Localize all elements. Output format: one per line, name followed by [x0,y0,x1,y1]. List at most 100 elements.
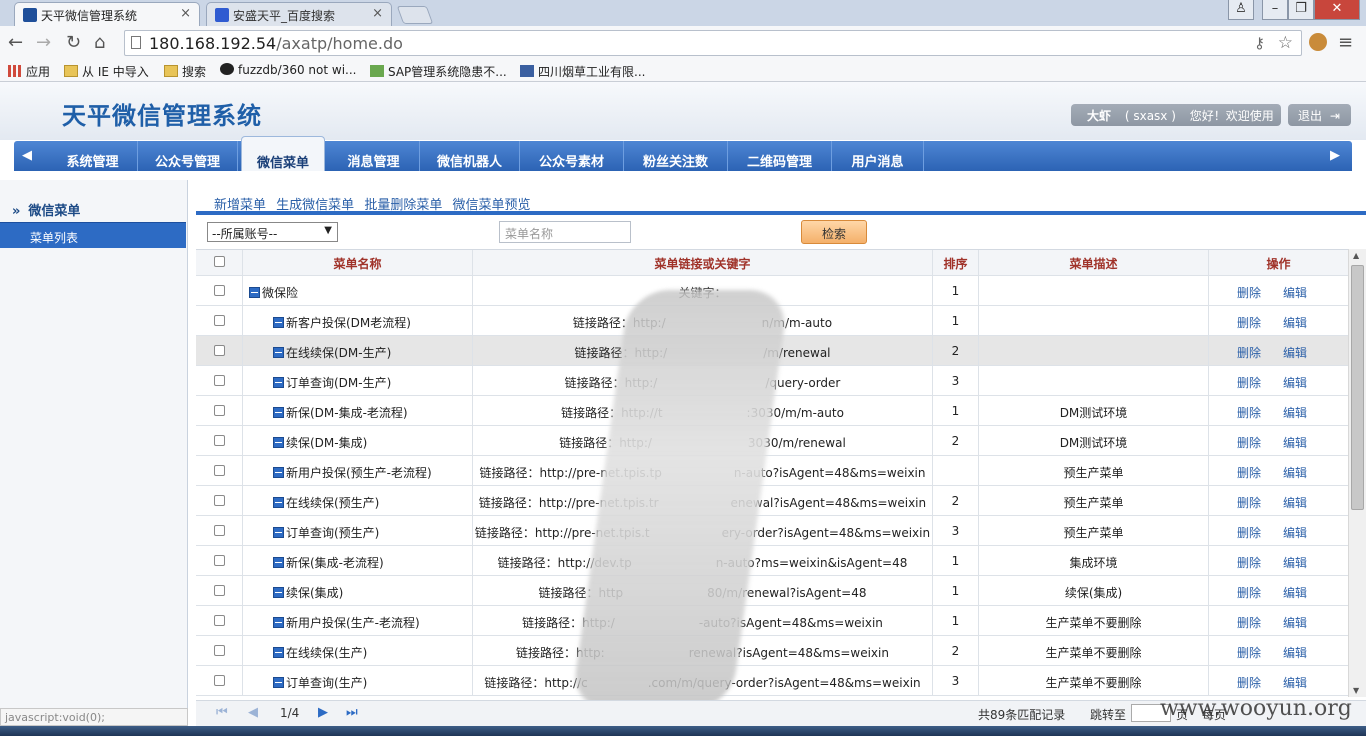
nav-right-arrow-icon[interactable]: ▶ [1330,148,1340,163]
table-row[interactable]: 订单查询(DM-生产) 链接路径：http:/ /query-order 3 删除 编辑 [196,366,1348,396]
bookmark-search[interactable]: 搜索 [164,63,206,80]
browser-tab-active[interactable]: 天平微信管理系统 × [14,2,200,26]
bookmark-fuzzdb[interactable]: fuzzdb/360 not wi... [220,63,356,77]
back-arrow-icon[interactable]: ← [8,32,23,53]
row-checkbox[interactable] [196,336,243,365]
delete-link[interactable]: 删除 [1237,616,1261,630]
table-row[interactable]: 新保(DM-集成-老流程) 链接路径：http://t :3030/m/m-aut… [196,396,1348,426]
nav-followers[interactable]: 粉丝关注数 [624,141,728,171]
sidebar-item-menu-list[interactable]: 菜单列表 [0,222,186,248]
table-row[interactable]: 新用户投保(生产-老流程) 链接路径：http:/ -auto?isAgent=4… [196,606,1348,636]
row-checkbox[interactable] [196,576,243,605]
row-checkbox[interactable] [196,306,243,335]
select-all-checkbox[interactable] [196,250,243,275]
browser-tab-baidu[interactable]: 安盛天平_百度搜索 × [206,2,392,26]
cookie-extension-icon[interactable] [1309,33,1327,51]
row-checkbox[interactable] [196,606,243,635]
edit-link[interactable]: 编辑 [1283,496,1307,510]
scroll-up-icon[interactable]: ▲ [1353,251,1359,260]
close-icon[interactable]: × [180,6,191,21]
tree-collapse-icon[interactable] [273,677,284,688]
tree-collapse-icon[interactable] [249,287,260,298]
home-icon[interactable]: ⌂ [94,32,105,53]
menu-icon[interactable]: ≡ [1338,32,1353,53]
tree-collapse-icon[interactable] [273,497,284,508]
nav-qrcode[interactable]: 二维码管理 [728,141,832,171]
tree-collapse-icon[interactable] [273,437,284,448]
nav-official-accounts[interactable]: 公众号管理 [138,141,238,171]
row-checkbox[interactable] [196,366,243,395]
edit-link[interactable]: 编辑 [1283,586,1307,600]
delete-link[interactable]: 删除 [1237,346,1261,360]
row-checkbox[interactable] [196,636,243,665]
account-select[interactable]: --所属账号-- ▼ [207,222,338,242]
delete-link[interactable]: 删除 [1237,466,1261,480]
scroll-down-icon[interactable]: ▼ [1353,686,1359,695]
row-checkbox[interactable] [196,486,243,515]
logout-button[interactable]: 退出 ⇥ [1288,104,1351,126]
table-row[interactable]: 续保(DM-集成) 链接路径：http:/ 3030/m/renewal 2 DM测试… [196,426,1348,456]
first-page-icon[interactable]: ⏮ [216,705,228,720]
delete-link[interactable]: 删除 [1237,436,1261,450]
nav-left-arrow-icon[interactable]: ◀ [22,148,32,163]
delete-link[interactable]: 删除 [1237,496,1261,510]
nav-materials[interactable]: 公众号素材 [520,141,624,171]
prev-page-icon[interactable]: ◀ [248,705,258,720]
address-bar[interactable]: 180.168.192.54/axatp/home.do ⚷ ☆ [124,30,1302,56]
forward-arrow-icon[interactable]: → [36,32,51,53]
scrollbar-thumb[interactable] [1351,265,1364,510]
row-checkbox[interactable] [196,516,243,545]
tree-collapse-icon[interactable] [273,647,284,658]
tree-collapse-icon[interactable] [273,527,284,538]
delete-link[interactable]: 删除 [1237,586,1261,600]
edit-link[interactable]: 编辑 [1283,676,1307,690]
edit-link[interactable]: 编辑 [1283,436,1307,450]
maximize-button[interactable]: ❐ [1288,0,1314,20]
row-checkbox[interactable] [196,666,243,695]
row-checkbox[interactable] [196,456,243,485]
delete-link[interactable]: 删除 [1237,676,1261,690]
tree-collapse-icon[interactable] [273,317,284,328]
edit-link[interactable]: 编辑 [1283,406,1307,420]
table-row[interactable]: 新客户投保(DM老流程) 链接路径：http:/ n/m/m-auto 1 删除 编辑 [196,306,1348,336]
table-row[interactable]: 新用户投保(预生产-老流程) 链接路径：http://pre-net.tpis.t… [196,456,1348,486]
tree-collapse-icon[interactable] [273,467,284,478]
row-checkbox[interactable] [196,396,243,425]
delete-link[interactable]: 删除 [1237,406,1261,420]
table-row[interactable]: 续保(集成) 链接路径：http 80/m/renewal?isAgent=48 1… [196,576,1348,606]
window-close-button[interactable]: ✕ [1314,0,1360,20]
tree-collapse-icon[interactable] [273,617,284,628]
edit-link[interactable]: 编辑 [1283,376,1307,390]
delete-link[interactable]: 删除 [1237,526,1261,540]
reload-icon[interactable]: ↻ [66,32,81,53]
nav-user-messages[interactable]: 用户消息 [832,141,924,171]
edit-link[interactable]: 编辑 [1283,556,1307,570]
next-page-icon[interactable]: ▶ [318,705,328,720]
bookmark-sichuan[interactable]: 四川烟草工业有限... [520,63,645,80]
tree-collapse-icon[interactable] [273,407,284,418]
table-row[interactable]: 新保(集成-老流程) 链接路径：http://dev.tp n-auto?ms=w… [196,546,1348,576]
menu-name-search-input[interactable]: 菜单名称 [499,221,631,243]
tree-collapse-icon[interactable] [273,557,284,568]
row-checkbox[interactable] [196,276,243,305]
row-checkbox[interactable] [196,546,243,575]
search-button[interactable]: 检索 [801,220,867,244]
edit-link[interactable]: 编辑 [1283,466,1307,480]
edit-link[interactable]: 编辑 [1283,646,1307,660]
edit-link[interactable]: 编辑 [1283,526,1307,540]
row-checkbox[interactable] [196,426,243,455]
user-profile-icon[interactable]: ♙ [1228,0,1254,20]
nav-wechat-robot[interactable]: 微信机器人 [420,141,520,171]
tree-collapse-icon[interactable] [273,347,284,358]
edit-link[interactable]: 编辑 [1283,346,1307,360]
bookmark-ie-import[interactable]: 从 IE 中导入 [64,63,149,80]
delete-link[interactable]: 删除 [1237,316,1261,330]
tree-collapse-icon[interactable] [273,587,284,598]
delete-link[interactable]: 删除 [1237,556,1261,570]
delete-link[interactable]: 删除 [1237,376,1261,390]
table-row[interactable]: 在线续保(预生产) 链接路径：http://pre-net.tpis.tr ene… [196,486,1348,516]
key-icon[interactable]: ⚷ [1254,34,1265,52]
delete-link[interactable]: 删除 [1237,286,1261,300]
bookmark-apps[interactable]: 应用 [8,63,50,80]
table-row[interactable]: 订单查询(生产) 链接路径：http://c .com/m/query-order… [196,666,1348,696]
